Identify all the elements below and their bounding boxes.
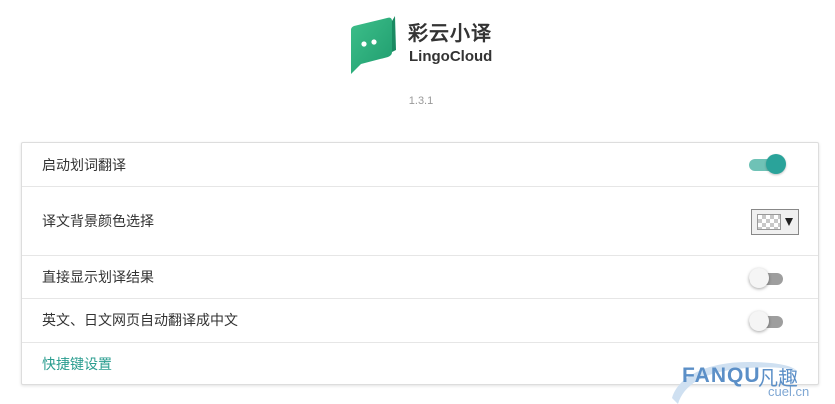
shortcut-settings-link[interactable]: 快捷键设置 (42, 354, 112, 374)
setting-row-selection-translate: 启动划词翻译 (22, 143, 818, 187)
chat-bubble-logo-icon (351, 16, 396, 74)
setting-label: 直接显示划译结果 (42, 270, 154, 286)
direct-show-toggle[interactable] (749, 267, 785, 291)
toggle-knob (766, 154, 786, 174)
watermark-text: FANQU (682, 364, 761, 387)
settings-panel: 启动划词翻译 译文背景颜色选择 直接显示划译结果 英文、日文网页自动翻译成中文 … (21, 142, 819, 385)
transparent-swatch-icon (757, 214, 781, 230)
setting-label: 启动划词翻译 (42, 158, 126, 174)
toggle-knob (749, 311, 769, 331)
header: 彩云小译 LingoCloud 1.3.1 (0, 0, 835, 120)
watermark: FANQU 凡趣 cuel.cn (668, 358, 835, 404)
setting-label: 英文、日文网页自动翻译成中文 (42, 313, 238, 329)
app-name-cn: 彩云小译 (408, 21, 492, 45)
dropdown-arrow-icon (785, 218, 793, 226)
selection-translate-toggle[interactable] (749, 153, 786, 177)
app-name-en: LingoCloud (409, 48, 493, 65)
setting-row-direct-show: 直接显示划译结果 (22, 256, 818, 299)
toggle-knob (749, 268, 769, 288)
auto-translate-toggle[interactable] (749, 310, 785, 334)
watermark-domain: cuel.cn (768, 384, 810, 399)
setting-label: 译文背景颜色选择 (42, 214, 154, 230)
setting-row-auto-translate: 英文、日文网页自动翻译成中文 (22, 299, 818, 343)
setting-row-bg-color: 译文背景颜色选择 (22, 187, 818, 256)
bg-color-select[interactable] (751, 209, 799, 235)
version-label: 1.3.1 (408, 95, 434, 107)
